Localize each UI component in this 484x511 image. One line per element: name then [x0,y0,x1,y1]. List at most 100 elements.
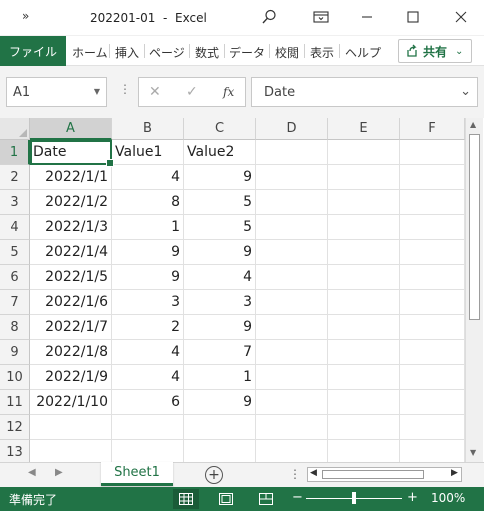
cell-f1[interactable] [400,140,465,165]
row-header-4[interactable]: 4 [0,215,30,240]
cell-d7[interactable] [256,290,328,315]
row-header-2[interactable]: 2 [0,165,30,190]
cell-e12[interactable] [328,415,400,440]
scroll-up-icon[interactable]: ▲ [470,120,476,129]
cell-a8[interactable]: 2022/1/7 [30,315,112,340]
close-icon[interactable] [450,6,472,28]
cell-f7[interactable] [400,290,465,315]
vertical-scroll-thumb[interactable] [469,134,480,320]
cell-e6[interactable] [328,265,400,290]
cell-b10[interactable]: 4 [112,365,184,390]
tab-review[interactable]: 校閲 [275,44,299,61]
horizontal-scroll-thumb[interactable] [322,470,424,479]
cell-b7[interactable]: 3 [112,290,184,315]
cell-b9[interactable]: 4 [112,340,184,365]
cell-f10[interactable] [400,365,465,390]
zoom-level[interactable]: 100% [431,491,465,505]
row-header-10[interactable]: 10 [0,365,30,390]
cell-e3[interactable] [328,190,400,215]
tab-formulas[interactable]: 数式 [195,44,219,61]
tab-insert[interactable]: 挿入 [115,44,139,61]
cell-a1[interactable]: Date [30,140,112,165]
cell-d8[interactable] [256,315,328,340]
cell-a12[interactable] [30,415,112,440]
cell-e1[interactable] [328,140,400,165]
quick-access-overflow-icon[interactable]: » [22,9,29,23]
cell-d2[interactable] [256,165,328,190]
next-sheet-icon[interactable]: ▶ [55,467,63,478]
tab-file[interactable]: ファイル [0,36,66,66]
maximize-icon[interactable] [402,6,424,28]
enter-check-icon[interactable]: ✓ [186,84,198,100]
tab-data[interactable]: データ [229,44,265,61]
cell-e4[interactable] [328,215,400,240]
cell-d13[interactable] [256,440,328,462]
zoom-slider-thumb[interactable] [352,492,356,504]
row-header-9[interactable]: 9 [0,340,30,365]
formula-bar-splitter-icon[interactable]: ⋮ [119,82,131,96]
page-layout-view-icon[interactable] [213,489,239,509]
row-header-6[interactable]: 6 [0,265,30,290]
scroll-left-icon[interactable]: ◀ [310,468,317,478]
add-sheet-icon[interactable]: + [205,466,223,484]
formula-input[interactable]: Date ⌄ [251,77,478,107]
tab-help[interactable]: ヘルプ [345,44,381,61]
cell-b13[interactable] [112,440,184,462]
cell-f13[interactable] [400,440,465,462]
cell-f8[interactable] [400,315,465,340]
cell-d4[interactable] [256,215,328,240]
page-break-preview-icon[interactable] [253,489,279,509]
tab-splitter-icon[interactable]: ⋮ [289,467,301,481]
cell-c11[interactable]: 9 [184,390,256,415]
cell-e2[interactable] [328,165,400,190]
cell-d3[interactable] [256,190,328,215]
expand-formula-bar-icon[interactable]: ⌄ [460,84,471,99]
cell-a13[interactable] [30,440,112,462]
cell-e5[interactable] [328,240,400,265]
cell-f2[interactable] [400,165,465,190]
row-header-13[interactable]: 13 [0,440,30,462]
cell-b3[interactable]: 8 [112,190,184,215]
cell-d11[interactable] [256,390,328,415]
cell-a10[interactable]: 2022/1/9 [30,365,112,390]
column-header-d[interactable]: D [256,118,328,140]
cell-b12[interactable] [112,415,184,440]
column-header-e[interactable]: E [328,118,400,140]
tab-view[interactable]: 表示 [310,44,334,61]
scroll-right-icon[interactable]: ▶ [451,468,458,478]
cell-c8[interactable]: 9 [184,315,256,340]
cell-c13[interactable] [184,440,256,462]
cell-f5[interactable] [400,240,465,265]
column-header-f[interactable]: F [400,118,465,140]
cell-f3[interactable] [400,190,465,215]
cell-b5[interactable]: 9 [112,240,184,265]
column-header-c[interactable]: C [184,118,256,140]
cell-f9[interactable] [400,340,465,365]
tab-page-layout[interactable]: ページ [149,44,185,61]
cell-d12[interactable] [256,415,328,440]
select-all-button[interactable] [0,118,30,140]
cancel-icon[interactable]: ✕ [149,84,161,100]
share-button[interactable]: 共有 ⌄ [398,39,472,63]
cell-f12[interactable] [400,415,465,440]
row-header-11[interactable]: 11 [0,390,30,415]
cell-e10[interactable] [328,365,400,390]
scroll-down-icon[interactable]: ▼ [470,448,476,457]
cell-a3[interactable]: 2022/1/2 [30,190,112,215]
row-header-5[interactable]: 5 [0,240,30,265]
cell-d6[interactable] [256,265,328,290]
cell-a6[interactable]: 2022/1/5 [30,265,112,290]
cell-d9[interactable] [256,340,328,365]
cell-c3[interactable]: 5 [184,190,256,215]
sheet-tab-sheet1[interactable]: Sheet1 [101,462,173,486]
name-box-dropdown-icon[interactable]: ▼ [94,87,100,96]
cell-c2[interactable]: 9 [184,165,256,190]
horizontal-scrollbar[interactable]: ◀ ▶ [307,467,462,482]
cell-b6[interactable]: 9 [112,265,184,290]
cell-b11[interactable]: 6 [112,390,184,415]
cell-c6[interactable]: 4 [184,265,256,290]
cell-b2[interactable]: 4 [112,165,184,190]
search-icon[interactable] [258,6,280,28]
prev-sheet-icon[interactable]: ◀ [28,467,36,478]
name-box[interactable]: A1 ▼ [6,77,107,107]
